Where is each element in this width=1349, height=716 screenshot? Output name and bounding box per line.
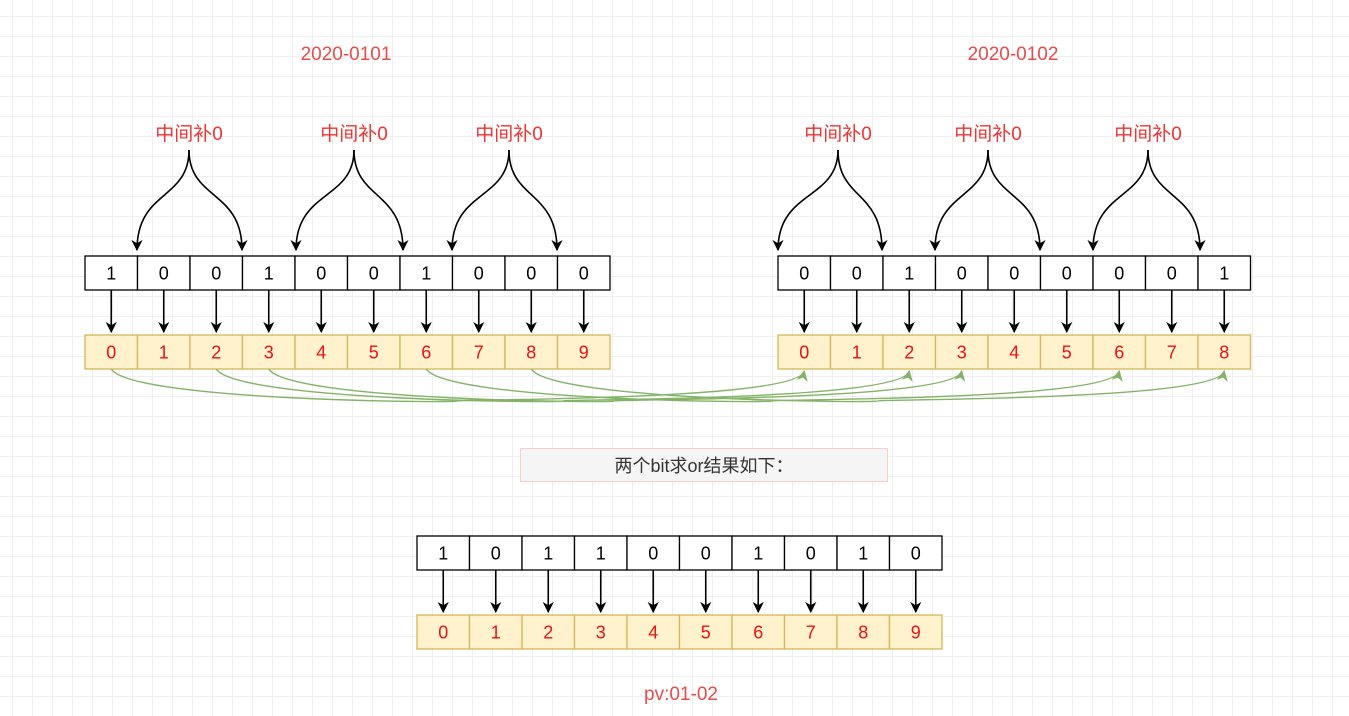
bit-cell-value: 0 bbox=[1062, 264, 1072, 284]
index-cell-value: 2 bbox=[543, 623, 553, 643]
left-index-row: 0 1 2 3 4 5 6 7 8 9 bbox=[84, 334, 611, 370]
index-cell-value: 2 bbox=[211, 343, 221, 363]
index-cell-value: 0 bbox=[799, 343, 809, 363]
right-brace-arrows bbox=[772, 149, 1206, 252]
index-cell-value: 5 bbox=[369, 343, 379, 363]
result-note-text: 两个bit求or结果如下： bbox=[614, 456, 794, 476]
brace-arrow bbox=[508, 149, 563, 252]
index-cell-value: 6 bbox=[421, 343, 431, 363]
left-brace-arrows bbox=[131, 149, 563, 252]
index-cell-value: 3 bbox=[957, 343, 967, 363]
index-cell-value: 1 bbox=[852, 343, 862, 363]
pad-label: 中间补0 bbox=[475, 123, 543, 145]
index-cell-value: 3 bbox=[596, 623, 606, 643]
bit-cell-value: 0 bbox=[1114, 264, 1124, 284]
bit-cell-value: 0 bbox=[911, 544, 921, 564]
left-down-arrows bbox=[105, 290, 590, 334]
index-cell-value: 1 bbox=[491, 623, 501, 643]
bit-cell-value: 1 bbox=[753, 544, 763, 564]
bit-cell-value: 1 bbox=[1219, 264, 1229, 284]
bit-cell-value: 1 bbox=[904, 264, 914, 284]
bit-cell-value: 0 bbox=[1167, 264, 1177, 284]
bit-cell-value: 0 bbox=[799, 264, 809, 284]
result-index-row: 0 1 2 3 4 5 6 7 8 9 bbox=[416, 614, 943, 650]
index-cell-value: 6 bbox=[753, 623, 763, 643]
brace-arrow bbox=[837, 149, 888, 252]
index-cell-value: 8 bbox=[858, 623, 868, 643]
index-cell-value: 5 bbox=[701, 623, 711, 643]
bit-cell-value: 1 bbox=[106, 264, 116, 284]
bit-cell-value: 0 bbox=[957, 264, 967, 284]
index-cell-value: 1 bbox=[159, 343, 169, 363]
index-cell-value: 8 bbox=[526, 343, 536, 363]
bit-cell-value: 1 bbox=[596, 544, 606, 564]
index-cell-value: 4 bbox=[316, 343, 326, 363]
bit-cell-value: 0 bbox=[852, 264, 862, 284]
index-cell-value: 3 bbox=[264, 343, 274, 363]
right-index-row: 0 1 2 3 4 5 6 7 8 bbox=[777, 334, 1252, 370]
brace-arrow bbox=[1147, 149, 1206, 252]
index-cell-value: 9 bbox=[911, 623, 921, 643]
index-cell-value: 4 bbox=[1009, 343, 1019, 363]
index-cell-value: 7 bbox=[1167, 343, 1177, 363]
left-block-title: 2020-0101 bbox=[301, 44, 392, 65]
brace-arrow bbox=[290, 149, 355, 252]
left-bit-row: 1 0 0 1 0 0 1 0 0 0 bbox=[84, 255, 611, 291]
bit-cell-value: 0 bbox=[526, 264, 536, 284]
right-bit-row: 0 0 1 0 0 0 0 0 1 bbox=[777, 255, 1252, 291]
brace-arrow bbox=[1087, 149, 1149, 252]
mapping-arrows bbox=[110, 368, 1228, 403]
mapping-arrow bbox=[215, 368, 913, 403]
index-cell-value: 7 bbox=[806, 623, 816, 643]
brace-arrow bbox=[446, 149, 510, 252]
bit-cell-value: 0 bbox=[211, 264, 221, 284]
result-down-arrows bbox=[437, 570, 922, 614]
bit-cell-value: 0 bbox=[648, 544, 658, 564]
index-cell-value: 0 bbox=[106, 343, 116, 363]
right-block-title: 2020-0102 bbox=[968, 44, 1059, 65]
result-bit-row: 1 0 1 1 0 0 1 0 1 0 bbox=[416, 535, 943, 571]
right-pad-labels: 中间补0 中间补0 中间补0 bbox=[804, 123, 1182, 145]
bit-cell-value: 0 bbox=[369, 264, 379, 284]
index-cell-value: 0 bbox=[438, 623, 448, 643]
pad-label: 中间补0 bbox=[804, 123, 872, 145]
index-cell-value: 4 bbox=[648, 623, 658, 643]
index-cell-value: 9 bbox=[579, 343, 589, 363]
index-cell-value: 7 bbox=[474, 343, 484, 363]
diagram-canvas: 2020-0101 2020-0102 中间补0 中间补0 中间补0 中间补0 … bbox=[84, 44, 1252, 705]
pad-label: 中间补0 bbox=[155, 123, 223, 145]
left-pad-labels: 中间补0 中间补0 中间补0 bbox=[155, 123, 543, 145]
brace-arrow bbox=[131, 149, 190, 252]
brace-arrow bbox=[987, 149, 1046, 252]
index-cell-value: 2 bbox=[904, 343, 914, 363]
pad-label: 中间补0 bbox=[954, 123, 1022, 145]
bit-cell-value: 0 bbox=[806, 544, 816, 564]
right-down-arrows bbox=[798, 290, 1230, 334]
bit-cell-value: 0 bbox=[474, 264, 484, 284]
index-cell-value: 5 bbox=[1062, 343, 1072, 363]
footer-label: pv:01-02 bbox=[644, 684, 718, 705]
bit-cell-value: 1 bbox=[438, 544, 448, 564]
bit-cell-value: 0 bbox=[579, 264, 589, 284]
index-cell-value: 6 bbox=[1114, 343, 1124, 363]
brace-arrow bbox=[353, 149, 409, 252]
pad-label: 中间补0 bbox=[320, 123, 388, 145]
bit-cell-value: 0 bbox=[701, 544, 711, 564]
bit-cell-value: 0 bbox=[1009, 264, 1019, 284]
bit-cell-value: 0 bbox=[316, 264, 326, 284]
bit-cell-value: 0 bbox=[159, 264, 169, 284]
bit-cell-value: 1 bbox=[264, 264, 274, 284]
bit-cell-value: 0 bbox=[491, 544, 501, 564]
pad-label: 中间补0 bbox=[1114, 123, 1182, 145]
result-note: 两个bit求or结果如下： bbox=[520, 448, 888, 482]
brace-arrow bbox=[929, 149, 989, 252]
bit-cell-value: 1 bbox=[421, 264, 431, 284]
brace-arrow bbox=[188, 149, 248, 252]
brace-arrow bbox=[772, 149, 839, 252]
bit-cell-value: 1 bbox=[858, 544, 868, 564]
bit-cell-value: 1 bbox=[543, 544, 553, 564]
index-cell-value: 8 bbox=[1219, 343, 1229, 363]
